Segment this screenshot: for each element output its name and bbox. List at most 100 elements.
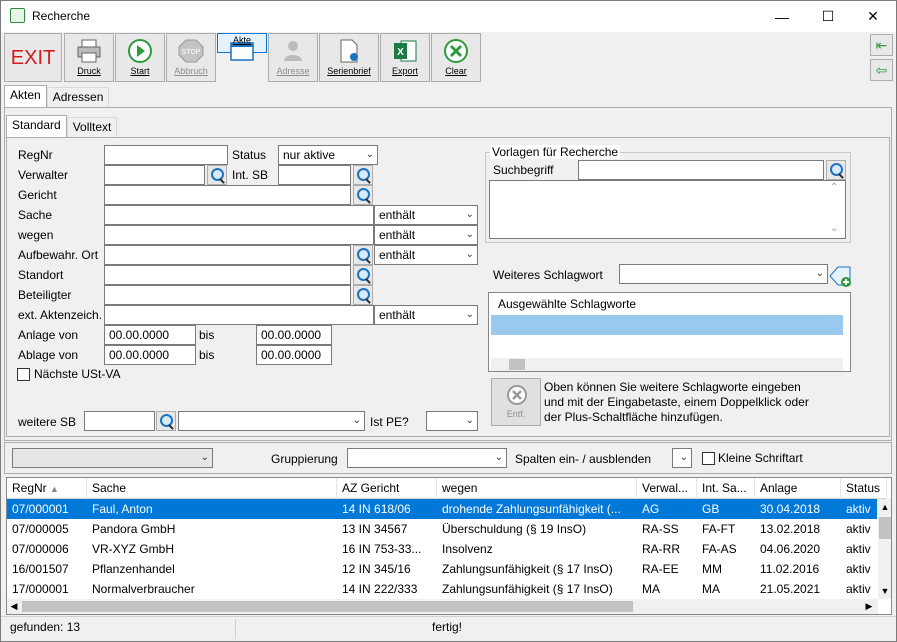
int-sb-search-icon[interactable]	[353, 165, 373, 185]
tab-standard[interactable]: Standard	[6, 115, 67, 137]
suchbegriff-search-icon[interactable]	[826, 160, 846, 180]
serienbrief-button[interactable]: Serienbrief	[319, 33, 379, 82]
group-filter-select[interactable]: ⌄	[12, 448, 213, 468]
sache-input[interactable]	[104, 205, 374, 225]
naechste-ust-label: Nächste USt-VA	[34, 367, 121, 381]
grid-hscroll[interactable]: ◀ ▶	[7, 599, 878, 614]
abbruch-button[interactable]: STOP Abbruch	[166, 33, 216, 82]
vorlagen-list[interactable]	[489, 180, 846, 239]
status-select[interactable]: nur aktive ⌄	[278, 145, 378, 165]
table-row[interactable]: 17/000001 Normalverbraucher 14 IN 222/333 Z…	[7, 579, 877, 599]
ext-az-input[interactable]	[104, 305, 374, 325]
scroll-up-icon[interactable]: ▲	[878, 499, 891, 515]
schlagworte-hscroll[interactable]	[491, 358, 843, 371]
tab-volltext[interactable]: Volltext	[66, 117, 118, 137]
beteiligter-input[interactable]	[104, 285, 351, 305]
gericht-input[interactable]	[104, 185, 351, 205]
grid-hscroll-thumb[interactable]	[22, 601, 633, 612]
gruppierung-select[interactable]: ⌄	[347, 448, 507, 468]
scroll-right-icon[interactable]: ▶	[862, 599, 876, 614]
close-button[interactable]: ✕	[850, 1, 896, 32]
app-icon	[10, 8, 25, 23]
sache-mode-select[interactable]: enthält ⌄	[374, 205, 478, 225]
grid-vscroll[interactable]: ▲ ▼	[878, 499, 891, 599]
aufbewahr-lookup-icon[interactable]	[353, 245, 373, 265]
col-status[interactable]: Status	[841, 478, 887, 499]
ablage-bis-input[interactable]: 00.00.0000	[256, 345, 332, 365]
table-row[interactable]: 07/000006 VR-XYZ GmbH 16 IN 753-33... Insol…	[7, 539, 877, 559]
verwalter-search-icon[interactable]	[207, 165, 227, 185]
col-regnr[interactable]: RegNr ▲	[7, 478, 87, 499]
aufbewahr-input[interactable]	[104, 245, 351, 265]
cell-sache: Faul, Anton	[92, 502, 153, 516]
standort-search-icon[interactable]	[353, 265, 373, 285]
ablage-von-input[interactable]: 00.00.0000	[104, 345, 196, 365]
weitere-sb-input[interactable]	[84, 411, 155, 431]
anlage-von-input[interactable]: 00.00.0000	[104, 325, 196, 345]
tab-adressen[interactable]: Adressen	[46, 87, 110, 107]
weitere-sb-search-icon[interactable]	[156, 411, 176, 431]
export-label: Export	[391, 66, 418, 76]
add-tag-icon[interactable]	[828, 264, 853, 288]
int-sb-input[interactable]	[278, 165, 351, 185]
col-verwalter[interactable]: Verwal...	[637, 478, 697, 499]
minimize-button[interactable]: —	[759, 1, 805, 32]
wegen-input[interactable]	[104, 225, 374, 245]
col-az-gericht[interactable]: AZ Gericht	[337, 478, 437, 499]
schlagwort-hint-3: der Plus-Schaltfläche hinzufügen.	[544, 410, 723, 424]
schlagwort-select[interactable]: ⌄	[619, 264, 828, 284]
weitere-sb-select[interactable]: ⌄	[178, 411, 365, 431]
naechste-ust-checkbox[interactable]	[17, 368, 30, 381]
druck-button[interactable]: Druck	[64, 33, 114, 82]
ext-az-label: ext. Aktenzeich.	[18, 308, 103, 322]
wegen-mode-select[interactable]: enthält ⌄	[374, 225, 478, 245]
serienbrief-label: Serienbrief	[327, 66, 371, 76]
export-button[interactable]: X Export	[380, 33, 430, 82]
nav-back-icon[interactable]: ⇤	[870, 34, 893, 56]
scroll-down-icon[interactable]: ⌄	[830, 223, 838, 234]
sache-mode-value: enthält	[379, 208, 416, 222]
svg-text:X: X	[397, 47, 404, 58]
entf-button[interactable]: Entf.	[491, 378, 541, 426]
table-row[interactable]: 07/000001 Faul, Anton 14 IN 618/06 drohende…	[7, 499, 877, 519]
cell-az-gericht: 16 IN 753-33...	[342, 542, 422, 556]
tab-akten[interactable]: Akten	[4, 85, 47, 107]
kleine-schrift-checkbox[interactable]	[702, 452, 715, 465]
scroll-up-icon[interactable]: ⌃	[830, 182, 838, 193]
aufbewahr-mode-select[interactable]: enthält ⌄	[374, 245, 478, 265]
beteiligter-search-icon[interactable]	[353, 285, 373, 305]
nav-forward-icon[interactable]: ⇦	[870, 59, 893, 81]
col-anlage[interactable]: Anlage	[755, 478, 841, 499]
start-button[interactable]: Start	[115, 33, 165, 82]
grid-vscroll-thumb[interactable]	[879, 517, 891, 539]
table-row[interactable]: 07/000005 Pandora GmbH 13 IN 34567 Überschu…	[7, 519, 877, 539]
adresse-button[interactable]: Adresse	[268, 33, 318, 82]
schlagworte-hscroll-thumb[interactable]	[509, 359, 525, 370]
ext-az-mode-select[interactable]: enthält ⌄	[374, 305, 478, 325]
col-int-sachbearbeiter[interactable]: Int. Sa...	[697, 478, 755, 499]
standort-input[interactable]	[104, 265, 351, 285]
table-row[interactable]: 16/001507 Pflanzenhandel 12 IN 345/16 Zahlu…	[7, 559, 877, 579]
col-sache[interactable]: Sache	[87, 478, 337, 499]
wegen-label: wegen	[18, 228, 54, 242]
grid-header: RegNr ▲ Sache AZ Gericht wegen Verwal...…	[7, 478, 887, 499]
gericht-search-icon[interactable]	[353, 185, 373, 205]
regnr-input[interactable]	[104, 145, 228, 165]
verwalter-input[interactable]	[104, 165, 205, 185]
kleine-schrift-label: Kleine Schriftart	[718, 451, 803, 465]
col-wegen[interactable]: wegen	[437, 478, 637, 499]
cell-regnr: 16/001507	[12, 562, 69, 576]
akte-button[interactable]: Akte	[217, 33, 267, 61]
scroll-left-icon[interactable]: ◀	[7, 599, 21, 614]
suchbegriff-input[interactable]	[578, 160, 824, 180]
recherche-window: Recherche — ☐ ✕ EXIT Druck Start STOP Ab…	[0, 0, 897, 642]
main-tabs: Akten Adressen	[4, 85, 110, 107]
ist-pe-select[interactable]: ⌄	[426, 411, 478, 431]
spalten-select[interactable]: ⌄	[672, 448, 692, 468]
maximize-button[interactable]: ☐	[805, 1, 851, 32]
exit-button[interactable]: EXIT	[4, 33, 62, 82]
anlage-bis-input[interactable]: 00.00.0000	[256, 325, 332, 345]
clear-button[interactable]: Clear	[431, 33, 481, 82]
schlagworte-selected-row[interactable]	[491, 315, 843, 335]
scroll-down-icon[interactable]: ▼	[878, 583, 891, 599]
